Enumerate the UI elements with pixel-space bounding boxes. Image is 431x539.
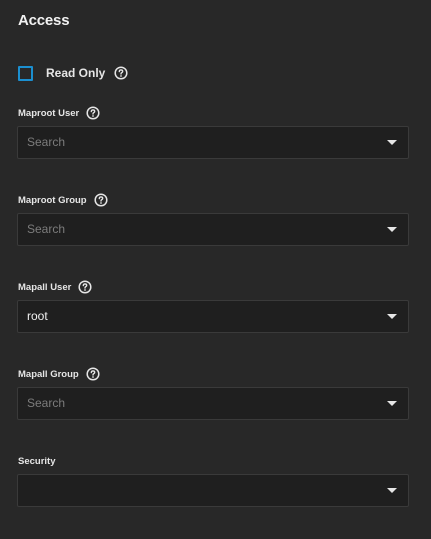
dropdown-caret-icon[interactable] xyxy=(387,314,397,319)
access-panel: Access Read Only Maproot User Search Map… xyxy=(0,0,431,539)
mapall-group-label: Mapall Group xyxy=(18,367,100,381)
help-circle-icon[interactable] xyxy=(114,66,128,80)
read-only-checkbox-row[interactable]: Read Only xyxy=(18,63,128,83)
maproot-user-select[interactable]: Search xyxy=(17,126,409,159)
mapall-user-value: root xyxy=(27,309,48,323)
read-only-label: Read Only xyxy=(46,66,106,80)
mapall-group-value: Search xyxy=(27,396,66,410)
maproot-group-value: Search xyxy=(27,222,66,236)
maproot-user-value: Search xyxy=(27,135,66,149)
mapall-group-select[interactable]: Search xyxy=(17,387,409,420)
read-only-checkbox[interactable] xyxy=(18,65,33,81)
security-select[interactable] xyxy=(17,474,409,507)
help-circle-icon[interactable] xyxy=(86,106,100,120)
help-circle-icon[interactable] xyxy=(78,280,92,294)
dropdown-caret-icon[interactable] xyxy=(387,227,397,232)
maproot-group-label: Maproot Group xyxy=(18,193,108,207)
section-title: Access xyxy=(18,12,70,29)
maproot-group-select[interactable]: Search xyxy=(17,213,409,246)
dropdown-caret-icon[interactable] xyxy=(387,401,397,406)
mapall-user-label: Mapall User xyxy=(18,280,92,294)
help-circle-icon[interactable] xyxy=(94,193,108,207)
dropdown-caret-icon[interactable] xyxy=(387,488,397,493)
security-label: Security xyxy=(18,455,56,467)
help-circle-icon[interactable] xyxy=(86,367,100,381)
dropdown-caret-icon[interactable] xyxy=(387,140,397,145)
mapall-user-select[interactable]: root xyxy=(17,300,409,333)
maproot-user-label: Maproot User xyxy=(18,106,100,120)
